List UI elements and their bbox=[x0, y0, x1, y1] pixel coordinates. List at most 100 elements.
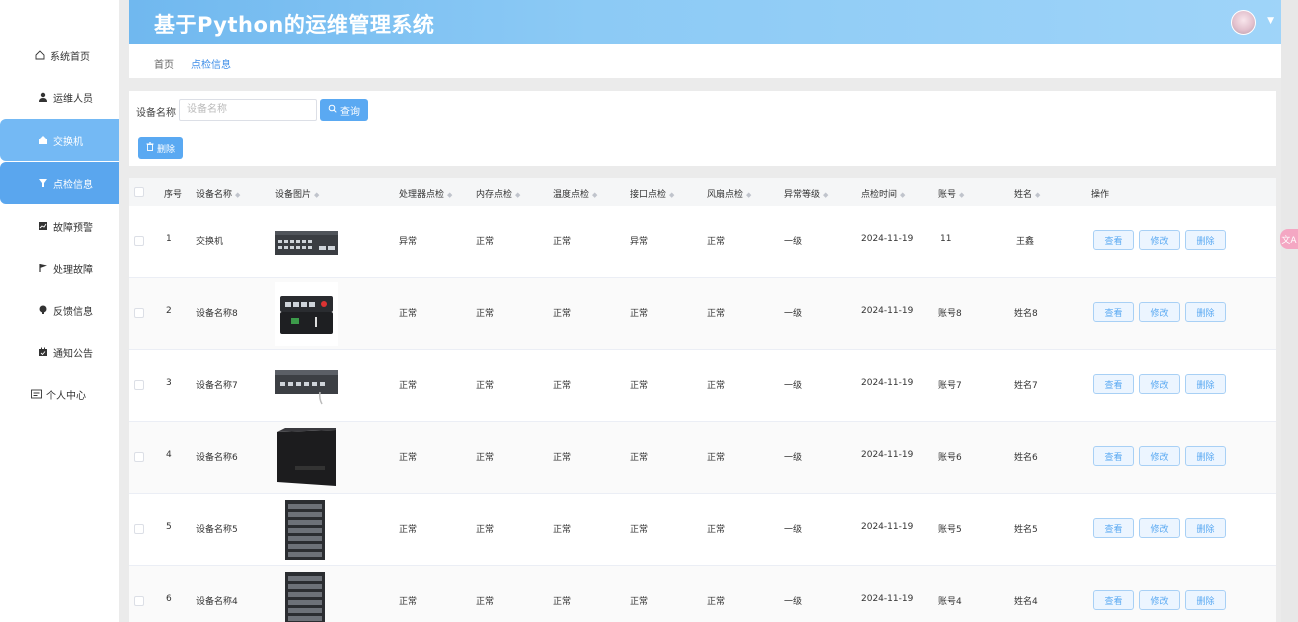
edit-button[interactable]: 修改 bbox=[1139, 374, 1180, 394]
sidebar-item-inspect[interactable]: 点检信息 bbox=[0, 162, 119, 204]
cell-temp: 正常 bbox=[553, 597, 572, 607]
sort-icon: ◆ bbox=[900, 191, 906, 199]
edit-button[interactable]: 修改 bbox=[1139, 302, 1180, 322]
cell-name: 设备名称8 bbox=[196, 309, 238, 319]
edit-button[interactable]: 修改 bbox=[1139, 590, 1180, 610]
view-button[interactable]: 查看 bbox=[1093, 302, 1134, 322]
row-checkbox[interactable] bbox=[134, 380, 144, 390]
device-image[interactable] bbox=[275, 210, 338, 274]
cell-mem: 正常 bbox=[476, 525, 495, 535]
delete-button[interactable]: 删除 bbox=[1185, 230, 1226, 250]
search-label: 设备名称 bbox=[136, 108, 176, 119]
sidebar-item-notice[interactable]: 通知公告 bbox=[0, 331, 119, 373]
breadcrumb: 首页 点检信息 bbox=[129, 44, 1287, 78]
table-header: 序号 设备名称 ◆ 设备图片 ◆ 处理器点检 ◆ 内存点检 ◆ 温度点检 ◆ 接口点检 ◆ … bbox=[129, 178, 1276, 206]
delete-button[interactable]: 删除 bbox=[1185, 518, 1226, 538]
cell-time: 2024-11-19 bbox=[861, 594, 914, 604]
sidebar-item-label: 系统首页 bbox=[50, 51, 90, 63]
col-header-name[interactable]: 设备名称 ◆ bbox=[196, 187, 240, 200]
delete-button[interactable]: 删除 bbox=[1185, 374, 1226, 394]
cell-port: 正常 bbox=[630, 453, 649, 463]
col-header-level[interactable]: 异常等级 ◆ bbox=[784, 187, 828, 200]
col-header-account[interactable]: 账号 ◆ bbox=[938, 187, 964, 200]
cell-no: 4 bbox=[166, 450, 172, 460]
trash-icon bbox=[146, 142, 154, 154]
cell-person: 姓名6 bbox=[1014, 453, 1038, 463]
cell-cpu: 正常 bbox=[399, 309, 418, 319]
search-button[interactable]: 查询 bbox=[320, 99, 368, 121]
col-header-fan[interactable]: 风扇点检 ◆ bbox=[707, 187, 751, 200]
sidebar-item-label: 交换机 bbox=[53, 136, 83, 148]
cell-temp: 正常 bbox=[553, 309, 572, 319]
row-checkbox[interactable] bbox=[134, 596, 144, 606]
col-header-port[interactable]: 接口点检 ◆ bbox=[630, 187, 674, 200]
avatar[interactable] bbox=[1231, 10, 1256, 35]
sidebar-item-profile[interactable]: 个人中心 bbox=[0, 373, 119, 415]
sidebar-item-label: 运维人员 bbox=[53, 93, 93, 105]
cell-port: 异常 bbox=[630, 237, 649, 247]
col-header-no: 序号 bbox=[164, 190, 183, 200]
device-image[interactable] bbox=[275, 354, 338, 418]
device-image[interactable] bbox=[275, 426, 338, 490]
cell-no: 2 bbox=[166, 306, 172, 316]
top-header: 基于Python的运维管理系统 ▼ bbox=[129, 0, 1287, 44]
sidebar-item-label: 处理故障 bbox=[53, 264, 93, 276]
cell-name: 设备名称6 bbox=[196, 453, 238, 463]
device-image[interactable] bbox=[275, 570, 338, 622]
col-header-cpu[interactable]: 处理器点检 ◆ bbox=[399, 187, 452, 200]
sidebar-item-switch[interactable]: 交换机 bbox=[0, 119, 119, 161]
row-checkbox[interactable] bbox=[134, 524, 144, 534]
table-row: 6 设备名称4 正常 正常 正常 正常 正常 一级 2024-11-19 账号4… bbox=[129, 566, 1276, 622]
sidebar-item-staff[interactable]: 运维人员 bbox=[0, 76, 119, 118]
chevron-down-icon[interactable]: ▼ bbox=[1267, 16, 1274, 26]
sort-icon: ◆ bbox=[746, 191, 752, 199]
view-button[interactable]: 查看 bbox=[1093, 374, 1134, 394]
cell-account: 账号6 bbox=[938, 453, 962, 463]
row-checkbox[interactable] bbox=[134, 452, 144, 462]
row-checkbox[interactable] bbox=[134, 236, 144, 246]
edit-button[interactable]: 修改 bbox=[1139, 446, 1180, 466]
edit-button[interactable]: 修改 bbox=[1139, 518, 1180, 538]
search-button-label: 查询 bbox=[340, 106, 360, 118]
sidebar-item-home[interactable]: 系统首页 bbox=[0, 34, 119, 76]
translate-icon[interactable]: 文A bbox=[1280, 229, 1298, 249]
col-header-time[interactable]: 点检时间 ◆ bbox=[861, 187, 905, 200]
cell-account: 账号5 bbox=[938, 525, 962, 535]
cell-person: 姓名5 bbox=[1014, 525, 1038, 535]
sidebar-item-handle[interactable]: 处理故障 bbox=[0, 247, 119, 289]
device-image[interactable] bbox=[275, 498, 338, 562]
col-header-temp[interactable]: 温度点检 ◆ bbox=[553, 187, 597, 200]
col-header-person[interactable]: 姓名 ◆ bbox=[1014, 187, 1040, 200]
view-button[interactable]: 查看 bbox=[1093, 446, 1134, 466]
search-input[interactable]: 设备名称 bbox=[179, 99, 317, 121]
view-button[interactable]: 查看 bbox=[1093, 518, 1134, 538]
batch-delete-button[interactable]: 删除 bbox=[138, 137, 183, 159]
select-all-checkbox[interactable] bbox=[134, 187, 144, 197]
delete-button[interactable]: 删除 bbox=[1185, 590, 1226, 610]
cell-mem: 正常 bbox=[476, 597, 495, 607]
row-checkbox[interactable] bbox=[134, 308, 144, 318]
table-row: 5 设备名称5 正常 正常 正常 正常 正常 一级 2024-11-19 账号5… bbox=[129, 494, 1276, 566]
sidebar-item-label: 通知公告 bbox=[53, 348, 93, 360]
table-row: 2 设备名称8 正常 正常 正常 正常 正常 一级 2024-11-19 账号8… bbox=[129, 278, 1276, 350]
cell-cpu: 正常 bbox=[399, 381, 418, 391]
device-image[interactable] bbox=[275, 282, 338, 346]
sidebar-item-feedback[interactable]: 反馈信息 bbox=[0, 289, 119, 331]
profile-icon bbox=[29, 388, 43, 400]
sidebar: 系统首页 运维人员 交换机 点检信息 故障预警 处理故障 反馈信息 通知公告 个… bbox=[0, 0, 119, 622]
col-header-image[interactable]: 设备图片 ◆ bbox=[275, 187, 319, 200]
col-header-mem[interactable]: 内存点检 ◆ bbox=[476, 187, 520, 200]
breadcrumb-home[interactable]: 首页 bbox=[154, 56, 174, 71]
cell-account: 账号7 bbox=[938, 381, 962, 391]
delete-button[interactable]: 删除 bbox=[1185, 446, 1226, 466]
view-button[interactable]: 查看 bbox=[1093, 590, 1134, 610]
sidebar-item-label: 反馈信息 bbox=[53, 306, 93, 318]
cell-level: 一级 bbox=[784, 237, 803, 247]
sidebar-item-alert[interactable]: 故障预警 bbox=[0, 205, 119, 247]
scrollbar-track[interactable] bbox=[1281, 0, 1298, 622]
breadcrumb-current: 点检信息 bbox=[191, 60, 231, 71]
view-button[interactable]: 查看 bbox=[1093, 230, 1134, 250]
delete-button[interactable]: 删除 bbox=[1185, 302, 1226, 322]
sort-icon: ◆ bbox=[959, 191, 965, 199]
edit-button[interactable]: 修改 bbox=[1139, 230, 1180, 250]
